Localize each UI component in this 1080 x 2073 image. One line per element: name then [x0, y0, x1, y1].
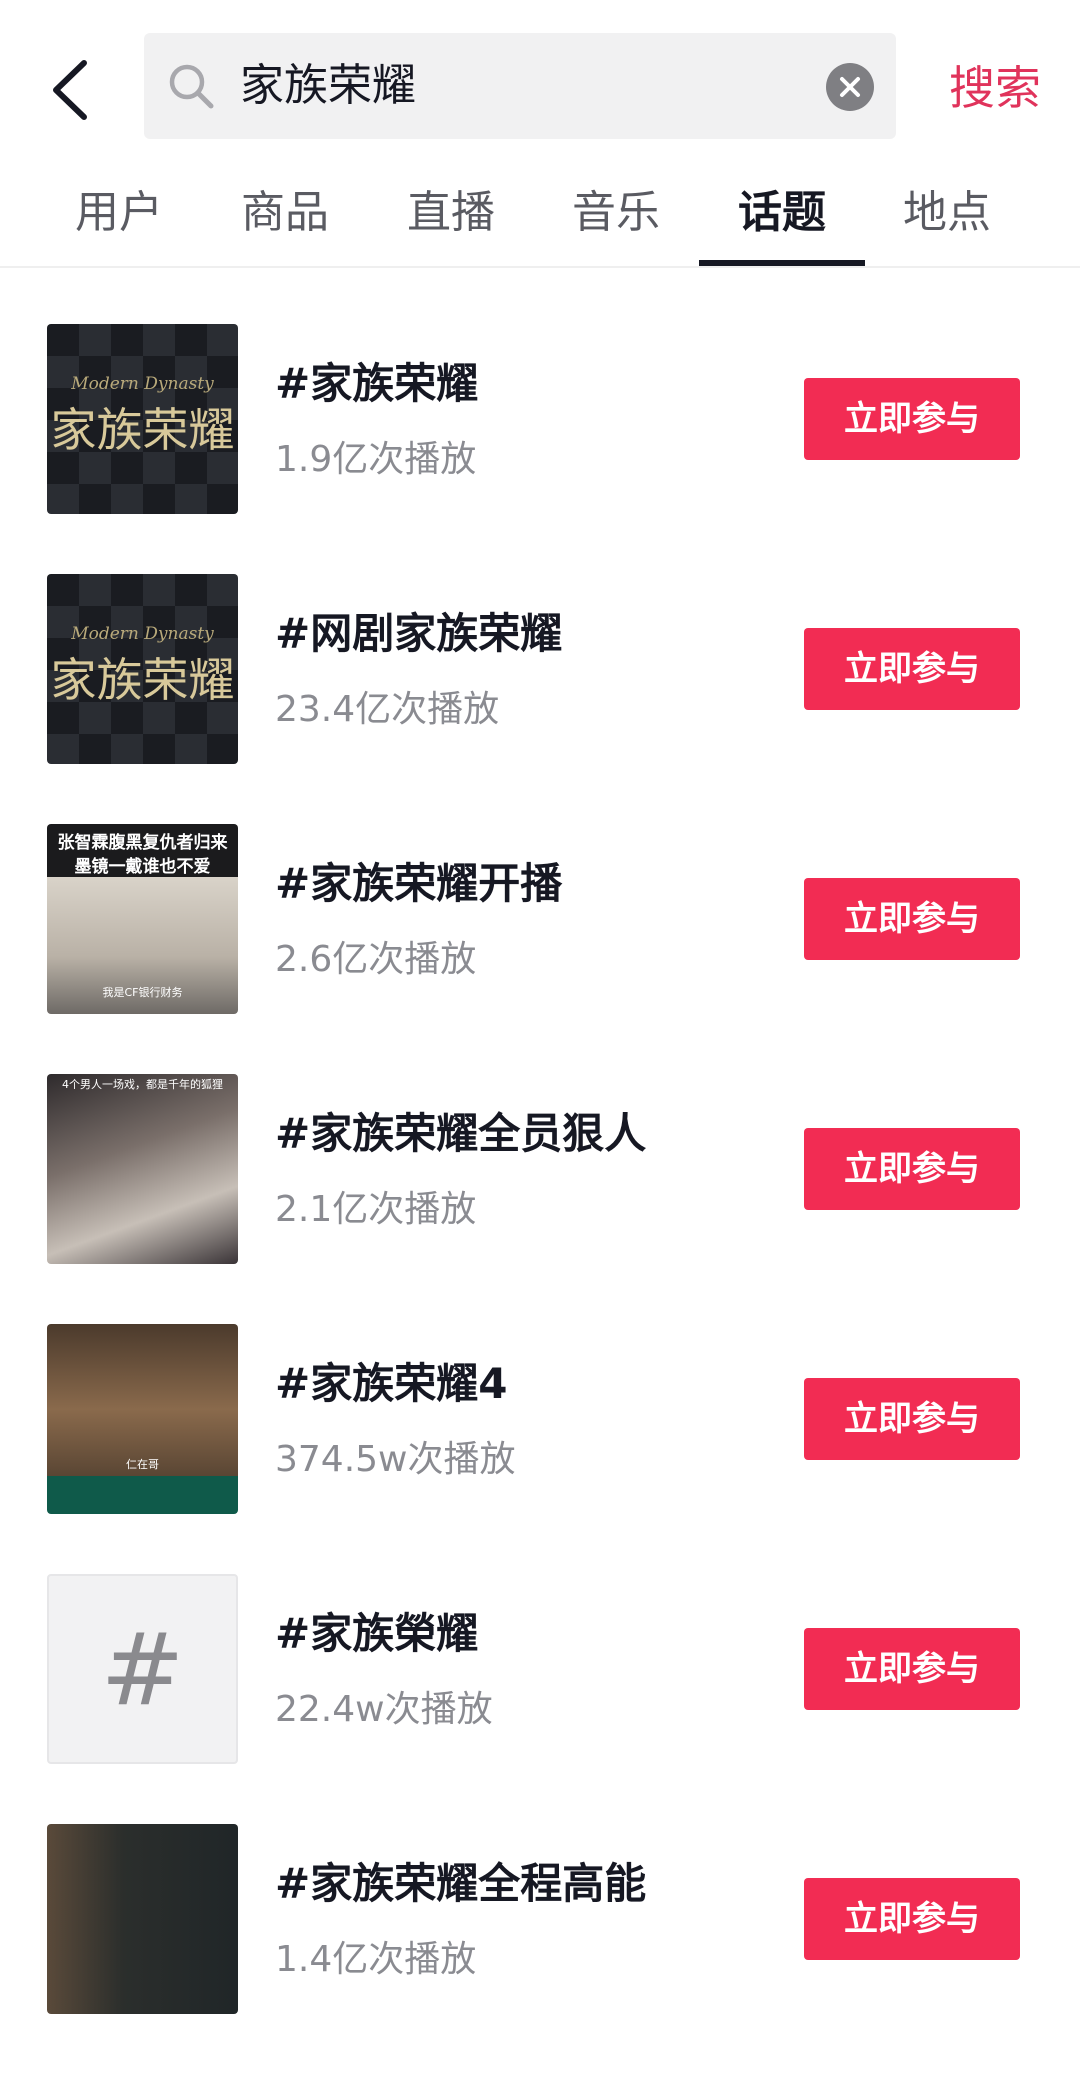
topic-thumbnail: # [47, 1574, 238, 1764]
topic-row[interactable]: 4个男人一场戏，都是千年的狐狸 #家族荣耀全员狠人 2.1亿次播放 立即参与 [0, 1074, 1080, 1264]
chevron-left-icon [53, 60, 87, 120]
join-topic-button[interactable]: 立即参与 [804, 878, 1020, 960]
topic-title: #家族荣耀 [275, 359, 479, 408]
topic-view-count: 22.4w次播放 [275, 1689, 493, 1730]
tab-live[interactable]: 直播 [368, 160, 534, 266]
thumbnail-logo-text: Modern Dynasty [71, 374, 214, 394]
thumbnail-logo-title: 家族荣耀 [50, 653, 235, 707]
topic-view-count: 1.9亿次播放 [275, 439, 477, 480]
topic-row[interactable]: 张智霖腹黑复仇者归来 墨镜一戴谁也不爱 我是CF银行财务 #家族荣耀开播 2.6… [0, 824, 1080, 1014]
thumbnail-logo-title: 家族荣耀 [50, 403, 235, 457]
category-tabs: 用户 商品 直播 音乐 话题 地点 [0, 160, 1080, 268]
join-topic-button[interactable]: 立即参与 [804, 378, 1020, 460]
topic-row[interactable]: 仁在哥 #家族荣耀4 374.5w次播放 立即参与 [0, 1324, 1080, 1514]
thumbnail-subtitle: 仁在哥 [126, 1458, 159, 1471]
topic-view-count: 374.5w次播放 [275, 1439, 516, 1480]
thumbnail-logo-text: Modern Dynasty [71, 624, 214, 644]
topic-row[interactable]: Modern Dynasty 家族荣耀 #网剧家族荣耀 23.4亿次播放 立即参… [0, 574, 1080, 764]
topic-title: #家族榮耀 [275, 1609, 479, 1658]
topic-view-count: 1.4亿次播放 [275, 1939, 477, 1980]
tab-places[interactable]: 地点 [864, 160, 1030, 266]
search-box[interactable] [144, 33, 896, 139]
tab-products[interactable]: 商品 [202, 160, 368, 266]
topic-view-count: 2.6亿次播放 [275, 939, 477, 980]
topic-thumbnail: Modern Dynasty 家族荣耀 [47, 574, 238, 764]
thumbnail-subtitle: 我是CF银行财务 [102, 986, 183, 999]
thumbnail-caption: 墨镜一戴谁也不爱 [74, 857, 211, 877]
tab-topics[interactable]: 话题 [699, 160, 865, 266]
active-tab-indicator [699, 260, 865, 266]
close-icon [840, 77, 860, 97]
topic-thumbnail: 仁在哥 [47, 1324, 238, 1514]
join-topic-button[interactable]: 立即参与 [804, 1378, 1020, 1460]
search-input[interactable] [240, 33, 800, 139]
topic-title: #家族荣耀4 [275, 1359, 508, 1408]
join-topic-button[interactable]: 立即参与 [804, 1128, 1020, 1210]
topic-row[interactable]: Modern Dynasty 家族荣耀 #家族荣耀 1.9亿次播放 立即参与 [0, 324, 1080, 514]
join-topic-button[interactable]: 立即参与 [804, 1628, 1020, 1710]
tab-music[interactable]: 音乐 [533, 160, 699, 266]
topic-thumbnail: 张智霖腹黑复仇者归来 墨镜一戴谁也不爱 我是CF银行财务 [47, 824, 238, 1014]
topic-thumbnail: Modern Dynasty 家族荣耀 [47, 324, 238, 514]
tab-users[interactable]: 用户 [36, 160, 202, 266]
topic-title: #家族荣耀开播 [275, 859, 563, 908]
topic-view-count: 2.1亿次播放 [275, 1189, 477, 1230]
clear-search-button[interactable] [826, 63, 874, 111]
join-topic-button[interactable]: 立即参与 [804, 628, 1020, 710]
back-button[interactable] [40, 50, 100, 130]
search-header: 搜索 [0, 0, 1080, 160]
topic-row[interactable]: #家族荣耀全程高能 1.4亿次播放 立即参与 [0, 1824, 1080, 2014]
topic-title: #家族荣耀全程高能 [275, 1859, 647, 1908]
thumbnail-caption: 张智霖腹黑复仇者归来 [57, 833, 228, 853]
join-topic-button[interactable]: 立即参与 [804, 1878, 1020, 1960]
hashtag-icon: # [100, 1610, 185, 1728]
topic-title: #家族荣耀全员狠人 [275, 1109, 647, 1158]
search-button[interactable]: 搜索 [930, 48, 1060, 128]
topic-thumbnail [47, 1824, 238, 2014]
thumbnail-caption: 4个男人一场戏，都是千年的狐狸 [62, 1078, 223, 1091]
topic-view-count: 23.4亿次播放 [275, 689, 500, 730]
topic-thumbnail: 4个男人一场戏，都是千年的狐狸 [47, 1074, 238, 1264]
search-icon [169, 64, 214, 109]
topic-title: #网剧家族荣耀 [275, 609, 563, 658]
topic-row[interactable]: # #家族榮耀 22.4w次播放 立即参与 [0, 1574, 1080, 1764]
